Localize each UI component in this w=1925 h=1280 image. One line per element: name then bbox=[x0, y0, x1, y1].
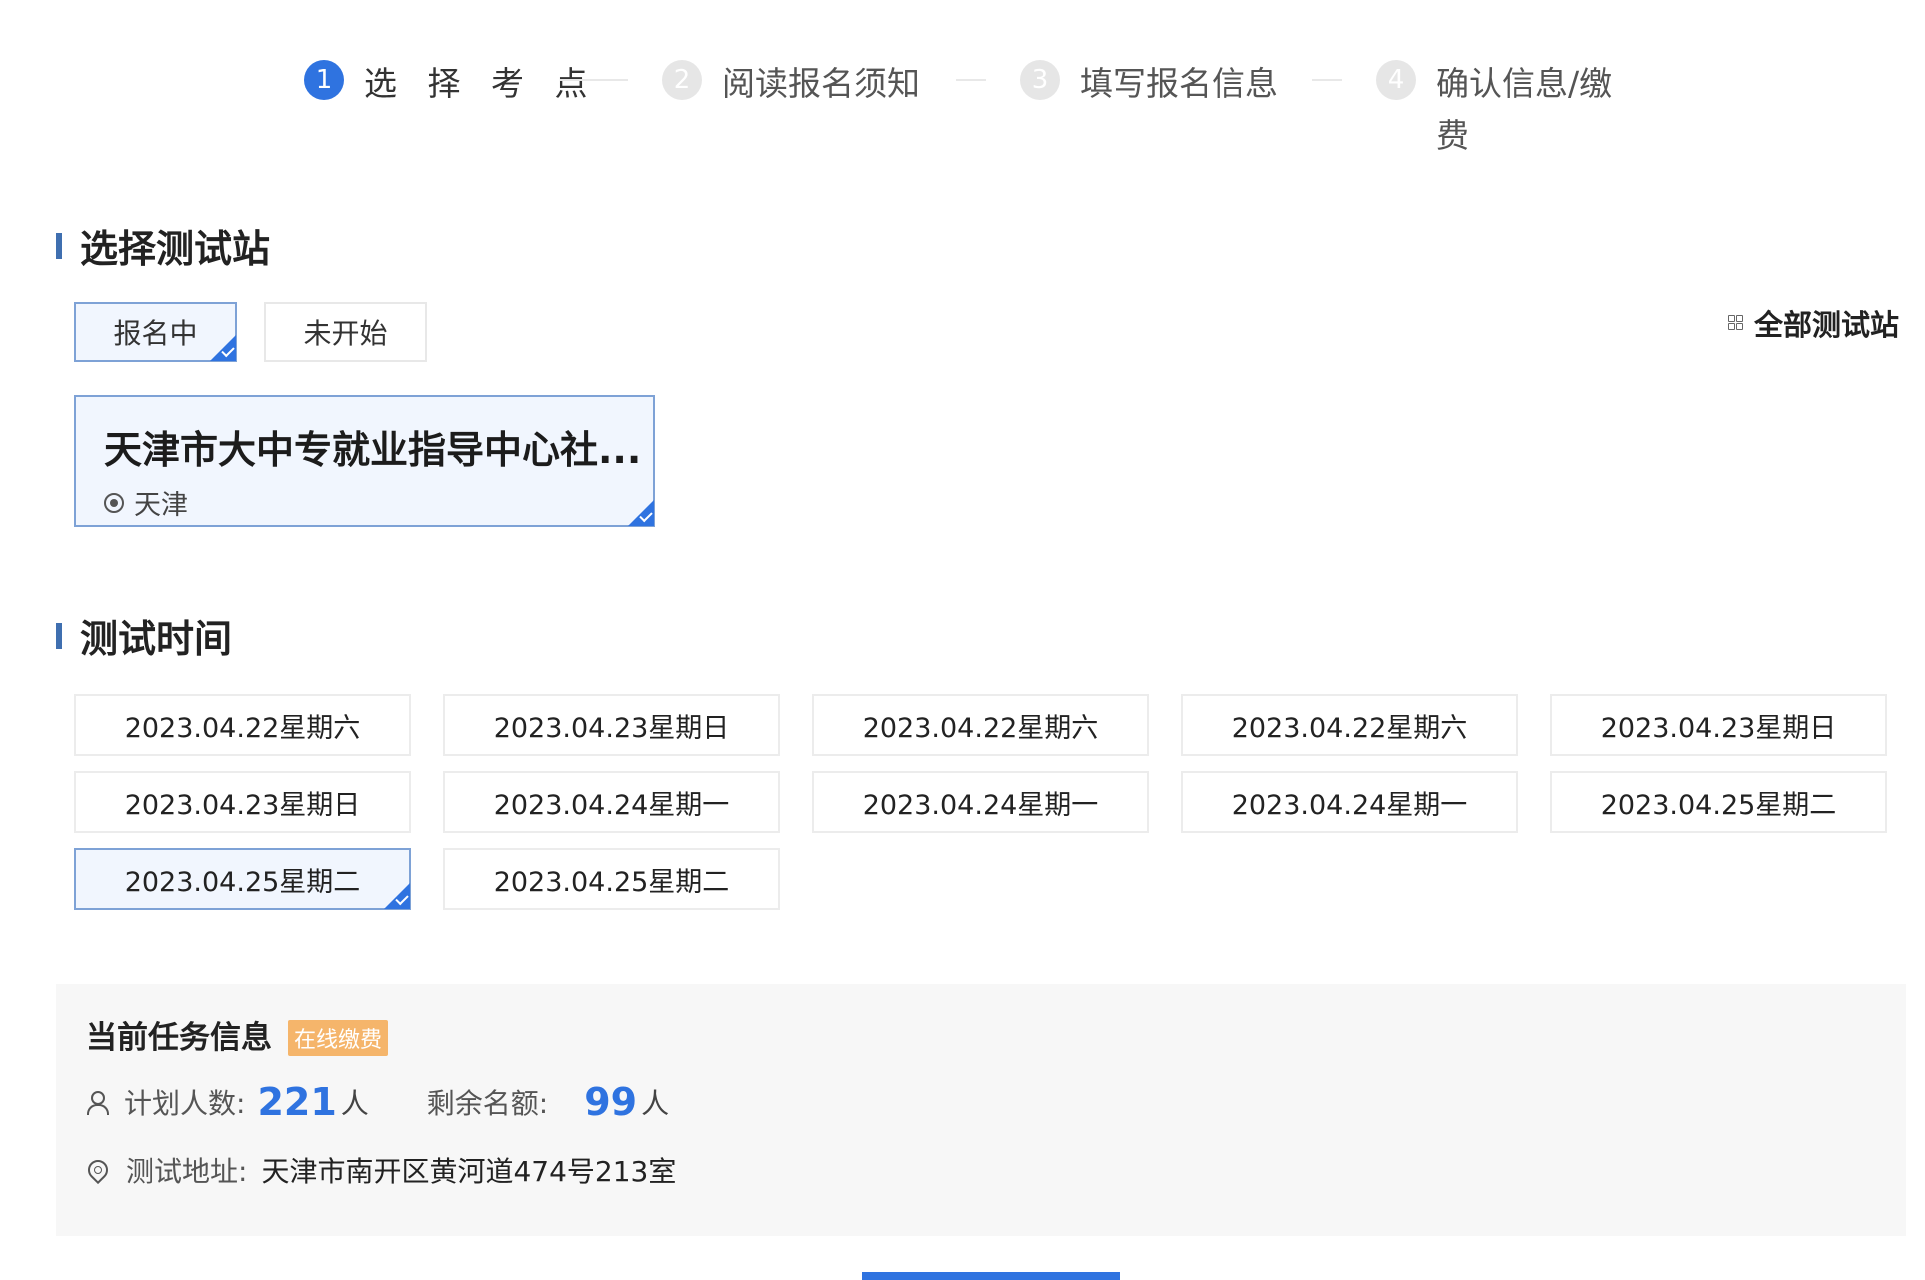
step-2-number: 2 bbox=[662, 60, 702, 100]
date-label: 2023.04.25星期二 bbox=[124, 866, 361, 898]
selected-check-icon bbox=[210, 335, 236, 361]
quota-row: 计划人数: 221 人 剩余名额: 99 人 bbox=[86, 1080, 669, 1124]
station-card[interactable]: 天津市大中专就业指导中心社... 天津 bbox=[74, 395, 655, 527]
remaining-unit: 人 bbox=[641, 1087, 670, 1120]
date-option[interactable]: 2023.04.24星期一 bbox=[1181, 771, 1518, 833]
station-name: 天津市大中专就业指导中心社... bbox=[104, 428, 642, 472]
date-option[interactable]: 2023.04.23星期日 bbox=[443, 694, 780, 756]
all-stations-label: 全部测试站 bbox=[1754, 308, 1900, 342]
step-connector bbox=[560, 79, 628, 81]
step-3: 3 填写报名信息 bbox=[1020, 58, 1278, 110]
step-1-label: 选 择 考 点 bbox=[364, 64, 598, 103]
step-4: 4 确认信息/缴 费 bbox=[1376, 58, 1612, 162]
station-location: 天津 bbox=[104, 483, 188, 522]
date-label: 2023.04.23星期日 bbox=[1600, 712, 1837, 744]
selected-check-icon bbox=[384, 883, 410, 909]
step-4-number: 4 bbox=[1376, 60, 1416, 100]
station-location-text: 天津 bbox=[134, 490, 188, 521]
step-connector bbox=[1312, 79, 1342, 81]
date-label: 2023.04.25星期二 bbox=[493, 866, 730, 898]
date-label: 2023.04.22星期六 bbox=[862, 712, 1099, 744]
selected-check-icon bbox=[628, 500, 654, 526]
date-option[interactable]: 2023.04.22星期六 bbox=[812, 694, 1149, 756]
station-section-title: 选择测试站 bbox=[56, 218, 270, 273]
section-marker bbox=[56, 232, 62, 259]
address-label: 测试地址: bbox=[126, 1155, 248, 1188]
step-4-label-line2: 费 bbox=[1436, 116, 1469, 155]
date-option[interactable]: 2023.04.22星期六 bbox=[74, 694, 411, 756]
step-3-number: 3 bbox=[1020, 60, 1060, 100]
tab-enrolling-label: 报名中 bbox=[113, 317, 198, 350]
planned-label: 计划人数: bbox=[124, 1087, 246, 1120]
date-label: 2023.04.24星期一 bbox=[493, 789, 730, 821]
step-4-label: 确认信息/缴 费 bbox=[1436, 58, 1612, 162]
date-option[interactable]: 2023.04.22星期六 bbox=[1181, 694, 1518, 756]
date-label: 2023.04.24星期一 bbox=[1231, 789, 1468, 821]
address-row: 测试地址: 天津市南开区黄河道474号213室 bbox=[83, 1150, 677, 1190]
tab-enrolling[interactable]: 报名中 bbox=[74, 302, 237, 362]
step-3-label: 填写报名信息 bbox=[1080, 64, 1278, 103]
date-option[interactable]: 2023.04.23星期日 bbox=[1550, 694, 1887, 756]
planned-count: 221 bbox=[257, 1080, 337, 1124]
date-option[interactable]: 2023.04.23星期日 bbox=[74, 771, 411, 833]
step-connector bbox=[956, 79, 986, 81]
step-2-label: 阅读报名须知 bbox=[722, 64, 920, 103]
time-section-title: 测试时间 bbox=[56, 608, 232, 663]
task-info-title: 当前任务信息 bbox=[86, 1020, 272, 1056]
step-1-number: 1 bbox=[304, 60, 344, 100]
date-label: 2023.04.23星期日 bbox=[493, 712, 730, 744]
tab-not-started-label: 未开始 bbox=[303, 317, 388, 350]
task-info-header: 当前任务信息 在线缴费 bbox=[86, 1012, 389, 1057]
all-stations-link[interactable]: 全部测试站 bbox=[1728, 302, 1899, 344]
date-option[interactable]: 2023.04.24星期一 bbox=[812, 771, 1149, 833]
person-icon bbox=[86, 1091, 109, 1115]
date-label: 2023.04.22星期六 bbox=[1231, 712, 1468, 744]
station-section-title-text: 选择测试站 bbox=[80, 227, 271, 271]
address-value: 天津市南开区黄河道474号213室 bbox=[261, 1155, 677, 1188]
time-section-title-text: 测试时间 bbox=[80, 617, 233, 661]
date-label: 2023.04.22星期六 bbox=[124, 712, 361, 744]
map-pin-icon bbox=[83, 1155, 113, 1185]
step-4-label-line1: 确认信息/缴 bbox=[1436, 64, 1613, 103]
date-option-selected[interactable]: 2023.04.25星期二 bbox=[74, 848, 411, 910]
date-option[interactable]: 2023.04.24星期一 bbox=[443, 771, 780, 833]
next-step-button[interactable] bbox=[862, 1272, 1120, 1280]
planned-unit: 人 bbox=[340, 1087, 369, 1120]
date-option[interactable]: 2023.04.25星期二 bbox=[443, 848, 780, 910]
tab-not-started[interactable]: 未开始 bbox=[264, 302, 427, 362]
remaining-count: 99 bbox=[584, 1080, 638, 1124]
date-option[interactable]: 2023.04.25星期二 bbox=[1550, 771, 1887, 833]
section-marker bbox=[56, 622, 62, 649]
step-2: 2 阅读报名须知 bbox=[662, 58, 920, 110]
location-icon bbox=[104, 492, 124, 513]
date-label: 2023.04.25星期二 bbox=[1600, 789, 1837, 821]
grid-icon bbox=[1728, 315, 1744, 331]
payment-badge: 在线缴费 bbox=[288, 1019, 389, 1056]
date-label: 2023.04.24星期一 bbox=[862, 789, 1099, 821]
date-label: 2023.04.23星期日 bbox=[124, 789, 361, 821]
task-info-panel: 当前任务信息 在线缴费 计划人数: 221 人 剩余名额: 99 人 测试地址:… bbox=[56, 984, 1906, 1236]
step-1: 1 选 择 考 点 bbox=[304, 58, 597, 110]
remaining-label: 剩余名额: bbox=[426, 1087, 549, 1120]
